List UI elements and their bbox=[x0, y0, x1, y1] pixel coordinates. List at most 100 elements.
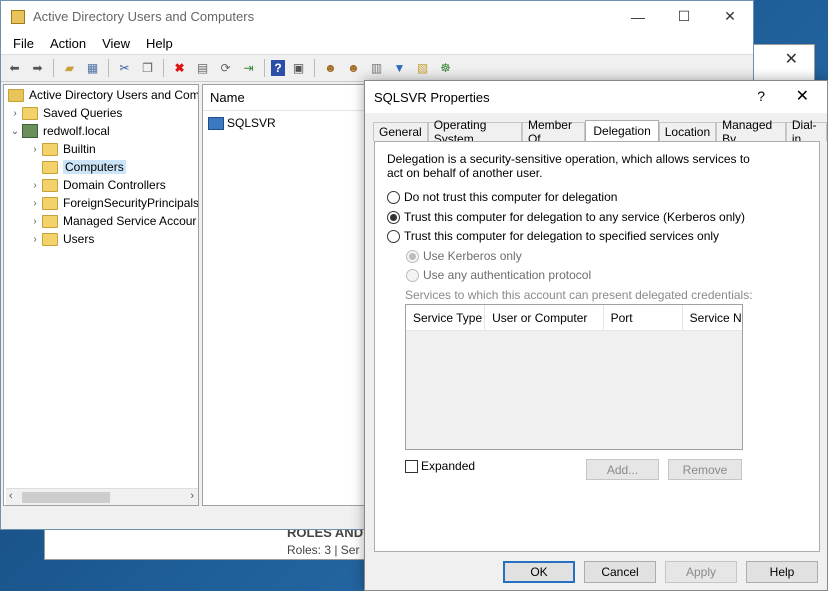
scroll-thumb[interactable] bbox=[22, 492, 110, 503]
close-icon[interactable]: ✕ bbox=[785, 49, 798, 69]
help-button[interactable]: ? bbox=[757, 88, 765, 104]
list-item[interactable]: SQLSVR bbox=[203, 113, 371, 133]
column-header-name[interactable]: Name bbox=[203, 85, 371, 111]
ok-button[interactable]: OK bbox=[503, 561, 575, 583]
expanded-checkbox-row[interactable]: Expanded bbox=[405, 459, 475, 473]
tab-general[interactable]: General bbox=[373, 122, 428, 141]
tree-item-users[interactable]: › Users bbox=[28, 230, 94, 248]
remove-button[interactable]: Remove bbox=[668, 459, 742, 480]
find-icon[interactable]: ▧ bbox=[413, 59, 432, 78]
show-hide-tree-icon[interactable]: ▦ bbox=[83, 59, 102, 78]
radio-button[interactable] bbox=[387, 210, 400, 224]
scroll-right-icon[interactable]: › bbox=[190, 490, 194, 502]
new-group-icon[interactable]: ☻ bbox=[344, 59, 363, 78]
up-folder-icon[interactable]: ▰ bbox=[60, 59, 79, 78]
console-icon[interactable]: ▣ bbox=[289, 59, 308, 78]
dialog-close-button[interactable]: ✕ bbox=[796, 86, 809, 106]
export-icon[interactable]: ⇥ bbox=[239, 59, 258, 78]
aduc-app-icon bbox=[11, 9, 25, 24]
tree-item-saved-queries[interactable]: › Saved Queries bbox=[8, 104, 122, 122]
column-service-type[interactable]: Service Type bbox=[406, 305, 486, 330]
ou-folder-icon bbox=[42, 178, 58, 192]
tree-item-label: Computers bbox=[63, 160, 126, 174]
radio-trust-specified[interactable]: Trust this computer for delegation to sp… bbox=[387, 229, 719, 243]
apply-button[interactable]: Apply bbox=[665, 561, 737, 583]
scroll-left-icon[interactable]: ‹ bbox=[9, 490, 13, 502]
menu-help[interactable]: Help bbox=[138, 36, 181, 51]
forward-icon[interactable]: ➡ bbox=[28, 59, 47, 78]
results-pane[interactable]: Name SQLSVR bbox=[202, 84, 372, 506]
title-bar: Active Directory Users and Computers — ☐… bbox=[1, 1, 753, 32]
tree-horizontal-scrollbar[interactable]: ‹ › bbox=[6, 488, 198, 505]
minimize-button[interactable]: — bbox=[615, 1, 661, 32]
folder-icon bbox=[42, 160, 58, 174]
dialog-help-button[interactable]: Help bbox=[746, 561, 818, 583]
radio-button[interactable] bbox=[387, 190, 400, 204]
delegation-panel: Delegation is a security-sensitive opera… bbox=[374, 141, 820, 552]
help-icon[interactable]: ? bbox=[271, 60, 285, 76]
radio-button[interactable] bbox=[387, 229, 400, 243]
tree-item-domain[interactable]: ⌄ redwolf.local bbox=[8, 122, 110, 140]
tab-strip: General Operating System Member Of Deleg… bbox=[373, 118, 827, 146]
column-user-or-computer[interactable]: User or Computer bbox=[485, 305, 604, 330]
cut-icon[interactable]: ✂ bbox=[115, 59, 134, 78]
chevron-right-icon[interactable]: › bbox=[28, 144, 42, 155]
tab-dial-in[interactable]: Dial-in bbox=[785, 118, 827, 146]
tab-delegation[interactable]: Delegation bbox=[585, 120, 659, 141]
tree-item-domain-controllers[interactable]: › Domain Controllers bbox=[28, 176, 166, 194]
chevron-right-icon[interactable]: › bbox=[28, 234, 42, 245]
tab-location[interactable]: Location bbox=[658, 122, 717, 141]
radio-button[interactable] bbox=[406, 249, 419, 263]
tab-managed-by[interactable]: Managed By bbox=[716, 118, 786, 146]
tree-root[interactable]: Active Directory Users and Com bbox=[8, 86, 199, 104]
folder-icon bbox=[42, 196, 58, 210]
toolbar: ⬅ ➡ ▰ ▦ ✂ ❐ ✖ ▤ ⟳ ⇥ ? ▣ ☻ ☻ ▥ ▼ ▧ ☸ bbox=[1, 54, 753, 82]
menu-file[interactable]: File bbox=[5, 36, 42, 51]
folder-icon bbox=[42, 214, 58, 228]
tree-item-label: Domain Controllers bbox=[63, 178, 166, 192]
menu-view[interactable]: View bbox=[94, 36, 138, 51]
back-icon[interactable]: ⬅ bbox=[5, 59, 24, 78]
radio-label: Do not trust this computer for delegatio… bbox=[404, 190, 618, 204]
tab-operating-system[interactable]: Operating System bbox=[427, 118, 522, 146]
column-service-name[interactable]: Service Na bbox=[683, 305, 742, 330]
chevron-right-icon[interactable]: › bbox=[8, 108, 22, 119]
delete-icon[interactable]: ✖ bbox=[170, 59, 189, 78]
console-tree[interactable]: Active Directory Users and Com › Saved Q… bbox=[3, 84, 199, 506]
close-button[interactable]: ✕ bbox=[707, 1, 753, 32]
chevron-right-icon[interactable]: › bbox=[28, 198, 42, 209]
column-port[interactable]: Port bbox=[604, 305, 683, 330]
dialog-title: SQLSVR Properties bbox=[374, 89, 490, 105]
radio-kerberos-only[interactable]: Use Kerberos only bbox=[406, 249, 522, 263]
cancel-button[interactable]: Cancel bbox=[584, 561, 656, 583]
copy-icon[interactable]: ❐ bbox=[138, 59, 157, 78]
radio-any-protocol[interactable]: Use any authentication protocol bbox=[406, 268, 591, 282]
new-user-icon[interactable]: ☻ bbox=[321, 59, 340, 78]
radio-no-trust[interactable]: Do not trust this computer for delegatio… bbox=[387, 190, 617, 204]
tree-item-label: redwolf.local bbox=[43, 124, 110, 138]
add-to-group-icon[interactable]: ☸ bbox=[436, 59, 455, 78]
tree-item-managed-service-accounts[interactable]: › Managed Service Accour bbox=[28, 212, 196, 230]
maximize-button[interactable]: ☐ bbox=[661, 1, 707, 32]
tab-member-of[interactable]: Member Of bbox=[521, 118, 586, 146]
add-button[interactable]: Add... bbox=[586, 459, 659, 480]
tree-item-computers[interactable]: Computers bbox=[28, 158, 126, 176]
radio-label: Use Kerberos only bbox=[423, 249, 522, 263]
tree-item-foreign-security-principals[interactable]: › ForeignSecurityPrincipals bbox=[28, 194, 198, 212]
expanded-checkbox[interactable] bbox=[405, 459, 418, 473]
dialog-title-bar: SQLSVR Properties ? ✕ bbox=[365, 81, 827, 113]
chevron-down-icon[interactable]: ⌄ bbox=[8, 126, 22, 137]
refresh-icon[interactable]: ⟳ bbox=[216, 59, 235, 78]
radio-button[interactable] bbox=[406, 268, 419, 282]
chevron-right-icon[interactable]: › bbox=[28, 216, 42, 227]
properties-icon[interactable]: ▤ bbox=[193, 59, 212, 78]
services-table[interactable]: Service Type User or Computer Port Servi… bbox=[405, 304, 743, 450]
tree-root-label: Active Directory Users and Com bbox=[29, 88, 199, 102]
filter-icon[interactable]: ▼ bbox=[390, 59, 409, 78]
chevron-right-icon[interactable]: › bbox=[28, 180, 42, 191]
menu-action[interactable]: Action bbox=[42, 36, 94, 51]
new-ou-icon[interactable]: ▥ bbox=[367, 59, 386, 78]
tree-item-builtin[interactable]: › Builtin bbox=[28, 140, 95, 158]
radio-trust-any[interactable]: Trust this computer for delegation to an… bbox=[387, 210, 745, 224]
domain-icon bbox=[22, 124, 38, 138]
